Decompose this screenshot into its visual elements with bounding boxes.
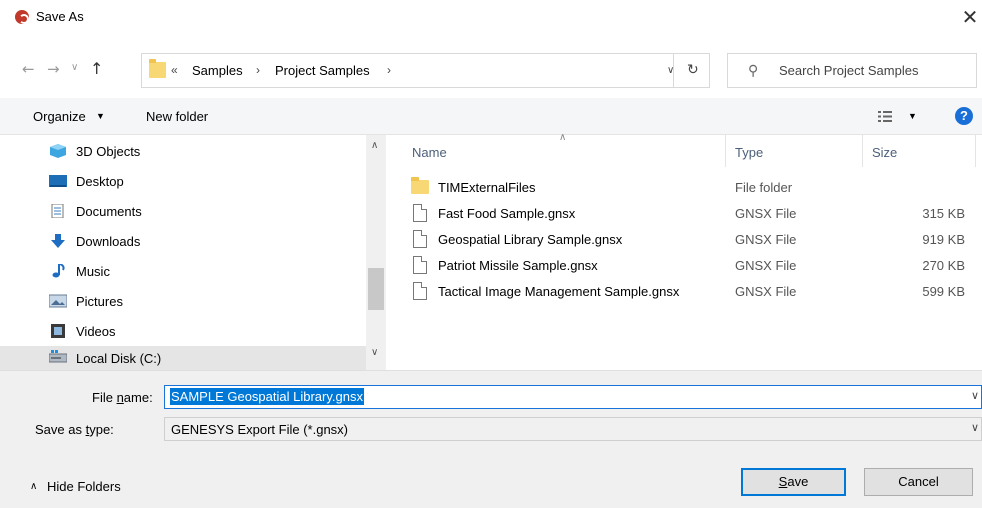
sidebar-item-desktop[interactable]: Desktop xyxy=(0,166,366,196)
save-button[interactable]: Save xyxy=(741,468,846,496)
sidebar-item-label: 3D Objects xyxy=(76,144,141,159)
documents-icon xyxy=(51,204,64,218)
column-header-size[interactable]: Size xyxy=(872,145,897,160)
navigation-pane: 3D Objects Desktop Documents Downloads M… xyxy=(0,135,386,370)
command-bar: Organize ▼ New folder ▼ ? xyxy=(0,98,982,135)
cancel-button[interactable]: Cancel xyxy=(864,468,973,496)
file-type: GNSX File xyxy=(735,206,797,221)
chevron-down-icon[interactable]: ∨ xyxy=(971,421,979,434)
sidebar-item-label: Downloads xyxy=(76,234,141,249)
file-name: TIMExternalFiles xyxy=(438,180,536,195)
organize-button[interactable]: Organize xyxy=(33,109,86,124)
sidebar-item-label: Desktop xyxy=(76,174,124,189)
file-size: 599 KB xyxy=(922,284,965,299)
sort-ascending-icon: ∧ xyxy=(559,132,567,143)
chevron-down-icon[interactable]: ∨ xyxy=(971,389,979,402)
back-arrow-icon[interactable]: ← xyxy=(22,60,35,78)
scroll-up-icon[interactable]: ∧ xyxy=(371,140,378,151)
file-type: GNSX File xyxy=(735,284,797,299)
file-name: Tactical Image Management Sample.gnsx xyxy=(438,284,680,299)
file-row[interactable]: Tactical Image Management Sample.gnsx GN… xyxy=(386,279,982,304)
new-folder-button[interactable]: New folder xyxy=(146,109,208,124)
sidebar-item-documents[interactable]: Documents xyxy=(0,196,366,226)
file-row[interactable]: TIMExternalFiles File folder xyxy=(386,175,982,200)
folder-icon xyxy=(149,59,166,78)
title-bar: Save As ✕ xyxy=(0,0,982,34)
search-input[interactable]: ⚲ Search Project Samples xyxy=(727,53,977,88)
file-name-value[interactable]: SAMPLE Geospatial Library.gnsx xyxy=(170,388,364,405)
more-locations-chevron[interactable]: « xyxy=(171,63,178,77)
scroll-down-icon[interactable]: ∨ xyxy=(371,347,378,358)
drive-icon xyxy=(49,350,67,363)
forward-arrow-icon[interactable]: → xyxy=(47,60,60,78)
file-type: File folder xyxy=(735,180,793,195)
file-row[interactable]: Patriot Missile Sample.gnsx GNSX File 27… xyxy=(386,253,982,278)
breadcrumb-separator[interactable]: › xyxy=(256,63,260,77)
up-arrow-icon[interactable]: ↑ xyxy=(90,59,103,78)
breadcrumb-project-samples[interactable]: Project Samples xyxy=(275,63,370,78)
sidebar-item-label: Music xyxy=(76,264,110,279)
file-name: Fast Food Sample.gnsx xyxy=(438,206,576,221)
search-icon: ⚲ xyxy=(748,62,759,78)
column-header-name[interactable]: Name xyxy=(412,145,447,160)
address-bar[interactable]: « Samples › Project Samples › ∨ xyxy=(141,53,710,88)
file-size: 919 KB xyxy=(922,232,965,247)
recent-locations-chevron-icon[interactable]: ∨ xyxy=(71,62,78,73)
file-type: GNSX File xyxy=(735,232,797,247)
chevron-up-icon[interactable]: ∧ xyxy=(30,481,37,492)
breadcrumb-samples[interactable]: Samples xyxy=(192,63,243,78)
sidebar-item-label: Local Disk (C:) xyxy=(76,351,162,366)
help-icon[interactable]: ? xyxy=(955,107,973,125)
file-name: Patriot Missile Sample.gnsx xyxy=(438,258,598,273)
change-view-icon[interactable] xyxy=(878,111,892,122)
window-title: Save As xyxy=(36,9,84,24)
caret-down-icon[interactable]: ▼ xyxy=(96,111,105,121)
sidebar-item-label: Documents xyxy=(76,204,142,219)
save-type-value: GENESYS Export File (*.gnsx) xyxy=(171,422,348,437)
videos-icon xyxy=(51,324,65,338)
column-header-type[interactable]: Type xyxy=(735,145,763,160)
close-icon[interactable]: ✕ xyxy=(960,5,980,29)
file-size: 270 KB xyxy=(922,258,965,273)
refresh-icon[interactable]: ↻ xyxy=(687,61,699,78)
desktop-icon xyxy=(49,175,67,187)
save-type-select[interactable]: GENESYS Export File (*.gnsx) ∨ xyxy=(164,417,982,441)
sidebar-item-label: Videos xyxy=(76,324,116,339)
sidebar-item-downloads[interactable]: Downloads xyxy=(0,226,366,256)
file-list: ∧ Name Type Size TIMExternalFiles File f… xyxy=(386,132,982,370)
column-divider[interactable] xyxy=(725,135,726,167)
column-divider[interactable] xyxy=(862,135,863,167)
file-row[interactable]: Geospatial Library Sample.gnsx GNSX File… xyxy=(386,227,982,252)
file-size: 315 KB xyxy=(922,206,965,221)
file-name: Geospatial Library Sample.gnsx xyxy=(438,232,623,247)
download-arrow-icon xyxy=(51,234,65,248)
caret-down-icon[interactable]: ▼ xyxy=(908,111,917,121)
sidebar-scrollbar[interactable]: ∧ ∨ xyxy=(366,135,386,370)
music-note-icon xyxy=(52,264,65,278)
file-name-label: File name: xyxy=(92,390,153,405)
sidebar-item-music[interactable]: Music xyxy=(0,256,366,286)
sidebar-item-videos[interactable]: Videos xyxy=(0,316,366,346)
pictures-icon xyxy=(49,294,67,308)
file-row[interactable]: Fast Food Sample.gnsx GNSX File 315 KB xyxy=(386,201,982,226)
sidebar-item-local-disk[interactable]: Local Disk (C:) xyxy=(0,346,366,370)
sidebar-item-3d-objects[interactable]: 3D Objects xyxy=(0,136,366,166)
scrollbar-thumb[interactable] xyxy=(368,268,384,310)
sidebar-item-label: Pictures xyxy=(76,294,123,309)
file-name-field[interactable]: SAMPLE Geospatial Library.gnsx ∨ xyxy=(164,385,982,409)
breadcrumb-separator[interactable]: › xyxy=(387,63,391,77)
search-placeholder: Search Project Samples xyxy=(779,63,919,78)
save-type-label: Save as type: xyxy=(35,422,114,437)
sidebar-item-pictures[interactable]: Pictures xyxy=(0,286,366,316)
hide-folders-button[interactable]: Hide Folders xyxy=(47,479,121,494)
cube-icon xyxy=(50,144,66,158)
column-divider[interactable] xyxy=(975,135,976,167)
file-type: GNSX File xyxy=(735,258,797,273)
save-options-panel: File name: SAMPLE Geospatial Library.gns… xyxy=(0,370,982,508)
genesys-app-icon xyxy=(15,10,29,24)
